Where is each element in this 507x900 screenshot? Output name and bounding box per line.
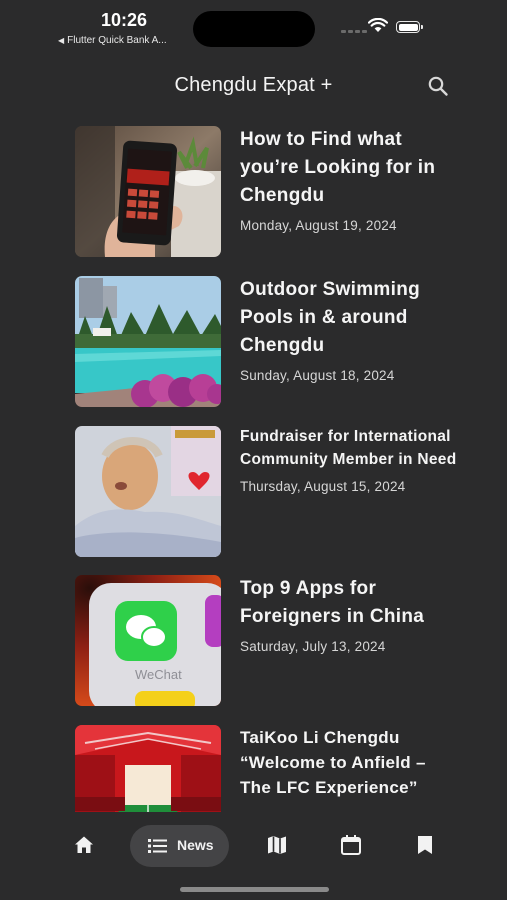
app-header: Chengdu Expat + — [0, 62, 507, 108]
nav-news-tab[interactable]: News — [130, 825, 229, 867]
back-to-app-link[interactable]: ◀ Flutter Quick Bank A... — [58, 35, 167, 46]
status-bar: 10:26 ◀ Flutter Quick Bank A... — [0, 0, 507, 56]
article-card[interactable]: Fundraiser for International Community M… — [75, 426, 475, 559]
wifi-icon — [368, 18, 388, 32]
article-card[interactable]: WeChat Top 9 Apps for Foreigners in Chin… — [75, 575, 475, 708]
article-thumbnail — [75, 126, 221, 257]
battery-icon — [396, 21, 423, 33]
article-date: Saturday, July 13, 2024 — [240, 639, 386, 654]
article-title[interactable]: Top 9 Apps for Foreigners in China — [240, 575, 460, 631]
article-title[interactable]: How to Find what you’re Looking for in C… — [240, 126, 460, 210]
dynamic-island — [193, 11, 315, 47]
back-app-label: Flutter Quick Bank A... — [67, 35, 167, 46]
wechat-label: WeChat — [135, 667, 182, 682]
article-date: Thursday, August 15, 2024 — [240, 479, 406, 494]
nav-news-label: News — [177, 837, 214, 853]
bottom-navigation: News — [0, 812, 507, 900]
article-date: Sunday, August 18, 2024 — [240, 368, 395, 383]
article-thumbnail: WeChat — [75, 575, 221, 706]
article-card[interactable]: Outdoor Swimming Pools in & around Cheng… — [75, 276, 475, 409]
search-icon[interactable] — [427, 75, 449, 97]
article-card[interactable]: How to Find what you’re Looking for in C… — [75, 126, 475, 259]
article-date: Monday, August 19, 2024 — [240, 218, 397, 233]
map-icon[interactable] — [266, 834, 288, 856]
list-icon — [148, 839, 167, 853]
article-thumbnail — [75, 725, 221, 812]
home-indicator[interactable] — [180, 887, 329, 892]
status-time: 10:26 — [101, 10, 148, 30]
article-thumbnail — [75, 276, 221, 407]
calendar-icon[interactable] — [340, 834, 362, 856]
cellular-signal-icon — [341, 30, 367, 33]
article-title[interactable]: TaiKoo Li Chengdu “Welcome to Anfield – … — [240, 725, 460, 800]
article-thumbnail — [75, 426, 221, 557]
home-icon[interactable] — [73, 834, 95, 856]
article-feed[interactable]: How to Find what you’re Looking for in C… — [0, 124, 507, 812]
article-title[interactable]: Outdoor Swimming Pools in & around Cheng… — [240, 276, 460, 360]
article-card[interactable]: TaiKoo Li Chengdu “Welcome to Anfield – … — [75, 725, 475, 812]
bookmark-icon[interactable] — [415, 834, 435, 856]
back-arrow-icon: ◀ — [58, 36, 65, 45]
article-title[interactable]: Fundraiser for International Community M… — [240, 426, 460, 471]
